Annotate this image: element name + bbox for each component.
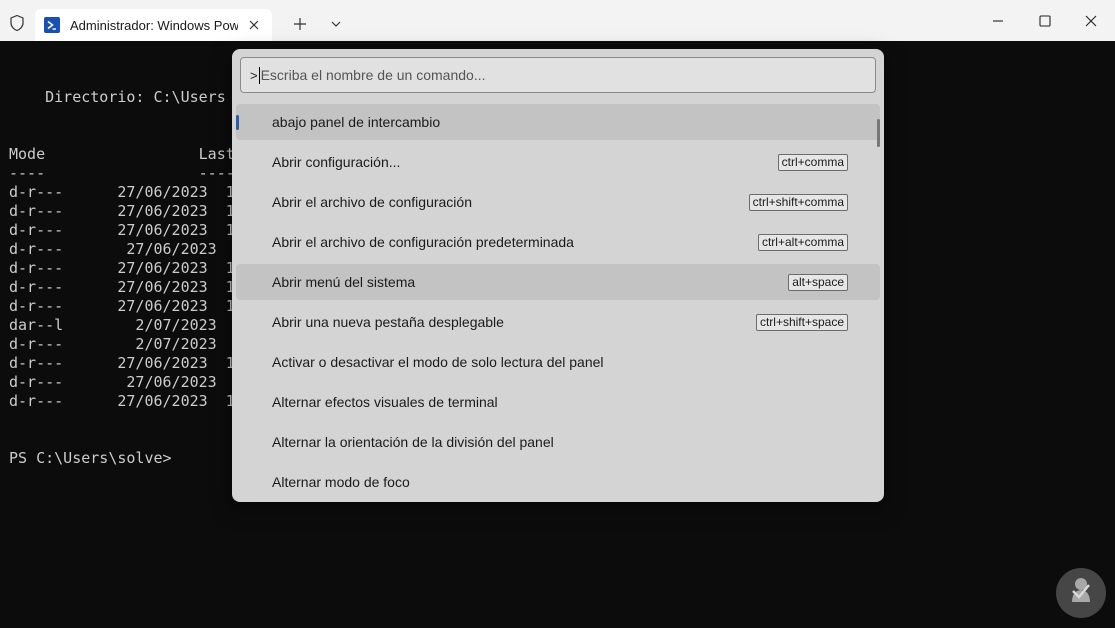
title-bar: Administrador: Windows Pow (0, 0, 1115, 41)
selection-indicator (236, 115, 239, 130)
shortcut-badge: ctrl+shift+space (755, 313, 848, 331)
command-item[interactable]: Alternar efectos visuales de terminal (236, 384, 880, 420)
terminal-line: d-r--- 2/07/2023 2 (9, 335, 244, 353)
command-label: Alternar la orientación de la división d… (272, 434, 554, 450)
command-item[interactable]: abajo panel de intercambio (236, 104, 880, 140)
command-label: abajo panel de intercambio (272, 114, 441, 130)
command-label: Abrir el archivo de configuración predet… (272, 234, 574, 250)
command-label: Abrir configuración... (272, 154, 401, 170)
logo-watermark-icon (1056, 568, 1106, 618)
command-item[interactable]: Activar o desactivar el modo de solo lec… (236, 344, 880, 380)
command-search-box[interactable]: > (240, 57, 876, 93)
command-item[interactable]: Abrir una nueva pestaña desplegable ctrl… (236, 304, 880, 340)
terminal-prompt: PS C:\Users\solve> (9, 449, 172, 467)
powershell-icon (44, 17, 60, 33)
shortcut-badge: alt+space (788, 273, 848, 291)
chevron-down-icon[interactable] (326, 14, 346, 34)
command-label: Activar o desactivar el modo de solo lec… (272, 354, 604, 370)
search-prompt-symbol: > (250, 67, 258, 83)
terminal-line: d-r--- 27/06/2023 11 (9, 297, 244, 315)
shield-icon[interactable] (8, 14, 26, 32)
command-item[interactable]: Abrir menú del sistema alt+space (236, 264, 880, 300)
terminal-line: d-r--- 27/06/2023 11 (9, 202, 244, 220)
terminal-line: d-r--- 27/06/2023 3 (9, 240, 244, 258)
terminal-line: d-r--- 27/06/2023 11 (9, 221, 244, 239)
command-item[interactable]: Alternar la orientación de la división d… (236, 424, 880, 460)
shortcut-badge: ctrl+comma (777, 153, 848, 171)
tab-title: Administrador: Windows Pow (70, 17, 238, 33)
maximize-icon[interactable] (1034, 10, 1056, 32)
tab-powershell[interactable]: Administrador: Windows Pow (35, 9, 272, 41)
command-item[interactable]: Abrir el archivo de configuración ctrl+s… (236, 184, 880, 220)
command-search-input[interactable] (260, 60, 841, 90)
terminal-line: dar--l 2/07/2023 2 (9, 316, 244, 334)
command-label: Abrir menú del sistema (272, 274, 416, 290)
command-item[interactable]: Abrir el archivo de configuración predet… (236, 224, 880, 260)
command-label: Abrir una nueva pestaña desplegable (272, 314, 504, 330)
terminal-line: d-r--- 27/06/2023 11 (9, 354, 244, 372)
terminal-line: d-r--- 27/06/2023 11 (9, 278, 244, 296)
close-window-icon[interactable] (1080, 10, 1102, 32)
terminal-line: d-r--- 27/06/2023 11 (9, 183, 244, 201)
shortcut-badge: ctrl+alt+comma (757, 233, 848, 251)
terminal-line: Mode Last (9, 145, 235, 163)
command-palette: > abajo panel de intercambio Abrir confi… (232, 49, 884, 502)
command-label: Alternar modo de foco (272, 474, 410, 490)
terminal-line: ---- ---- (9, 164, 235, 182)
command-label: Alternar efectos visuales de terminal (272, 394, 498, 410)
command-item[interactable]: Abrir configuración... ctrl+comma (236, 144, 880, 180)
text-caret (258, 66, 260, 84)
close-tab-icon[interactable] (246, 17, 262, 33)
terminal-line: d-r--- 27/06/2023 3 (9, 373, 244, 391)
terminal-line: Directorio: C:\Users (9, 88, 226, 106)
command-label: Abrir el archivo de configuración (272, 194, 472, 210)
palette-scrollbar[interactable] (877, 119, 880, 147)
terminal-line: d-r--- 27/06/2023 11 (9, 259, 244, 277)
new-tab-icon[interactable] (290, 14, 310, 34)
command-item[interactable]: Alternar modo de foco (236, 464, 880, 500)
terminal-line: d-r--- 27/06/2023 11 (9, 392, 244, 410)
shortcut-badge: ctrl+shift+comma (748, 193, 848, 211)
minimize-icon[interactable] (987, 10, 1009, 32)
